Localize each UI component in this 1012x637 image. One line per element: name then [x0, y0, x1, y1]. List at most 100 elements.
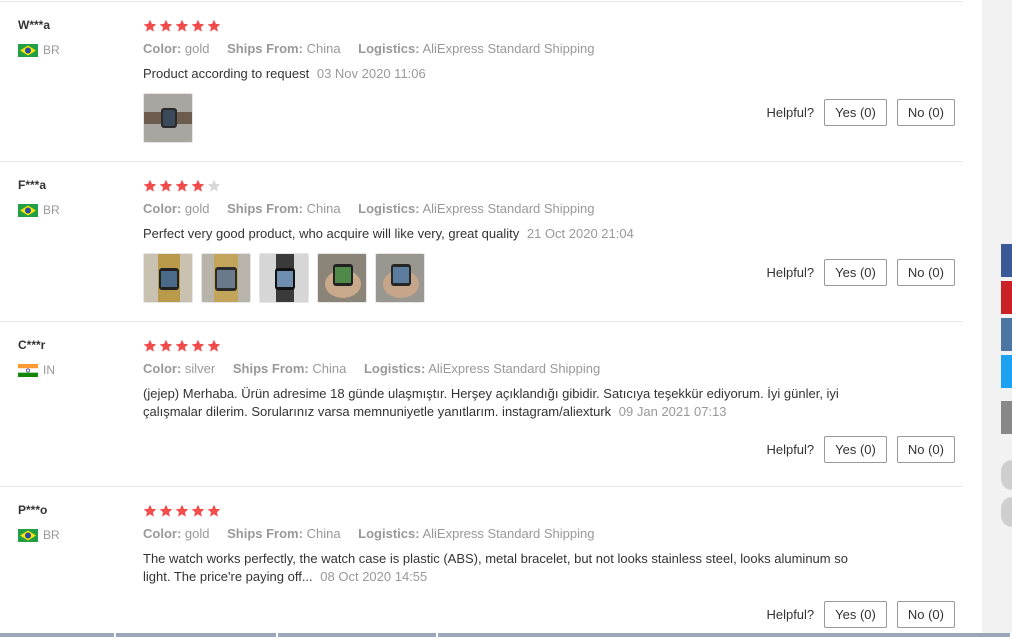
watch-photo-icon: [318, 254, 366, 302]
country-code: BR: [43, 203, 60, 217]
review-date: 08 Oct 2020 14:55: [320, 569, 428, 584]
review-photo-thumbnail[interactable]: [143, 253, 193, 303]
twitter-share-icon[interactable]: [1001, 355, 1012, 388]
star-filled-icon: [159, 504, 173, 518]
review-item: W***a BR Color: gold Ships From: China L…: [0, 1, 963, 161]
star-rating: [143, 179, 221, 193]
review-item: P***o BR Color: gold Ships From: China L…: [0, 486, 963, 636]
helpful-no-button[interactable]: No (0): [896, 99, 955, 126]
review-photos: [143, 253, 425, 303]
scroll-top-icon[interactable]: [1001, 497, 1012, 527]
review-text: Product according to request 03 Nov 2020…: [143, 65, 863, 83]
helpful-no-button[interactable]: No (0): [896, 259, 955, 286]
logistics-label: Logistics:: [358, 526, 420, 541]
review-item: C***r IN Color: silver Ships From: China…: [0, 321, 963, 486]
review-item: F***a BR Color: gold Ships From: China L…: [0, 161, 963, 321]
helpful-yes-button[interactable]: Yes (0): [824, 436, 887, 463]
star-filled-icon: [175, 179, 189, 193]
logistics-value: AliExpress Standard Shipping: [422, 41, 595, 56]
star-filled-icon: [191, 19, 205, 33]
country-code: IN: [43, 363, 55, 377]
watch-photo-icon: [260, 254, 308, 302]
country-code: BR: [43, 43, 60, 57]
review-text: The watch works perfectly, the watch cas…: [143, 550, 863, 586]
review-attributes: Color: gold Ships From: China Logistics:…: [143, 201, 608, 216]
helpful-voting: Helpful? Yes (0) No (0): [766, 601, 955, 628]
ships-from-value: China: [306, 41, 341, 56]
star-rating: [143, 339, 221, 353]
review-attributes: Color: silver Ships From: China Logistic…: [143, 361, 614, 376]
review-date: 03 Nov 2020 11:06: [316, 66, 426, 81]
reviewer-name: W***a: [18, 18, 51, 32]
review-photo-thumbnail[interactable]: [143, 93, 193, 143]
helpful-yes-button[interactable]: Yes (0): [824, 99, 887, 126]
star-filled-icon: [175, 19, 189, 33]
helpful-voting: Helpful? Yes (0) No (0): [766, 259, 955, 286]
reviewer-name: C***r: [18, 338, 46, 352]
star-filled-icon: [159, 179, 173, 193]
ships-from-label: Ships From:: [232, 361, 309, 376]
star-empty-icon: [207, 179, 221, 193]
helpful-no-button[interactable]: No (0): [896, 436, 955, 463]
ships-from-label: Ships From:: [227, 526, 303, 541]
review-photo-thumbnail[interactable]: [259, 253, 309, 303]
logistics-label: Logistics:: [358, 41, 420, 56]
review-photo-thumbnail[interactable]: [201, 253, 251, 303]
more-share-icon[interactable]: [1001, 401, 1012, 434]
star-filled-icon: [143, 19, 157, 33]
ships-from-value: China: [312, 361, 347, 376]
review-date: 21 Oct 2020 21:04: [526, 226, 634, 241]
helpful-yes-button[interactable]: Yes (0): [824, 259, 887, 286]
flag-br-icon: [18, 203, 38, 217]
helpful-yes-button[interactable]: Yes (0): [824, 601, 887, 628]
review-photo-thumbnail[interactable]: [317, 253, 367, 303]
logistics-label: Logistics:: [363, 361, 426, 376]
scroll-circle-icon[interactable]: [1001, 460, 1012, 490]
facebook-share-icon[interactable]: [1001, 244, 1012, 277]
logistics-value: AliExpress Standard Shipping: [422, 201, 595, 216]
vk-share-icon[interactable]: [1001, 318, 1012, 351]
star-rating: [143, 19, 221, 33]
pinterest-share-icon[interactable]: [1001, 281, 1012, 314]
logistics-value: AliExpress Standard Shipping: [422, 526, 595, 541]
reviewer-country: BR: [18, 528, 60, 542]
review-body: (jejep) Merhaba. Ürün adresime 18 günde …: [143, 386, 839, 419]
reviewer-country: BR: [18, 43, 60, 57]
review-text: Perfect very good product, who acquire w…: [143, 225, 863, 243]
helpful-label: Helpful?: [766, 105, 815, 120]
flag-br-icon: [18, 528, 38, 542]
color-value: silver: [184, 361, 216, 376]
helpful-no-button[interactable]: No (0): [896, 601, 955, 628]
helpful-voting: Helpful? Yes (0) No (0): [766, 436, 955, 463]
watch-photo-icon: [376, 254, 424, 302]
star-filled-icon: [143, 179, 157, 193]
star-filled-icon: [191, 504, 205, 518]
star-filled-icon: [175, 504, 189, 518]
star-filled-icon: [159, 339, 173, 353]
watch-photo-icon: [202, 254, 250, 302]
star-filled-icon: [175, 339, 189, 353]
review-attributes: Color: gold Ships From: China Logistics:…: [143, 526, 608, 541]
star-filled-icon: [143, 504, 157, 518]
flag-br-icon: [18, 43, 38, 57]
helpful-voting: Helpful? Yes (0) No (0): [766, 99, 955, 126]
color-label: Color:: [143, 526, 182, 541]
helpful-label: Helpful?: [766, 265, 815, 280]
star-filled-icon: [159, 19, 173, 33]
star-filled-icon: [143, 339, 157, 353]
star-filled-icon: [207, 504, 221, 518]
reviewer-country: IN: [18, 363, 55, 377]
review-date: 09 Jan 2021 07:13: [618, 404, 727, 419]
watch-photo-icon: [144, 94, 192, 142]
star-filled-icon: [191, 339, 205, 353]
review-body: The watch works perfectly, the watch cas…: [143, 551, 848, 584]
star-filled-icon: [207, 19, 221, 33]
helpful-label: Helpful?: [766, 607, 815, 622]
helpful-label: Helpful?: [766, 442, 815, 457]
ships-from-label: Ships From:: [227, 201, 303, 216]
color-label: Color:: [143, 41, 182, 56]
review-text: (jejep) Merhaba. Ürün adresime 18 günde …: [143, 385, 863, 421]
review-photo-thumbnail[interactable]: [375, 253, 425, 303]
logistics-label: Logistics:: [358, 201, 420, 216]
logistics-value: AliExpress Standard Shipping: [428, 361, 601, 376]
